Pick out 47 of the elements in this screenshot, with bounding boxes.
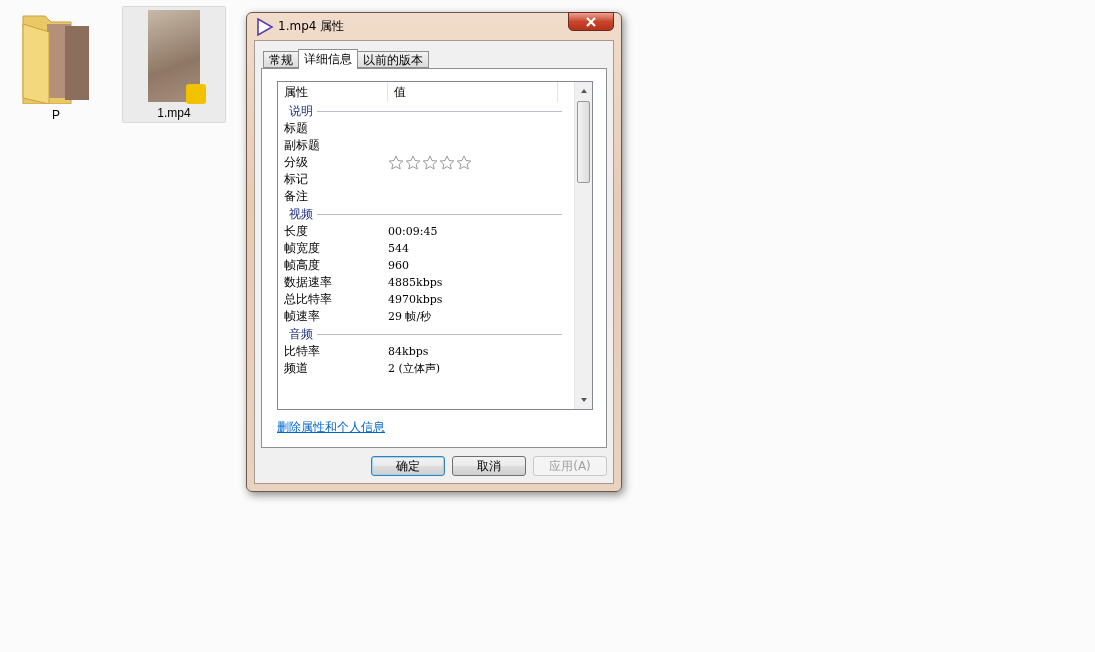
property-name: 副标题	[284, 137, 321, 154]
property-value: 00:09:45	[388, 225, 439, 238]
section-title: 说明	[289, 102, 313, 120]
file-name: 1.mp4	[157, 106, 191, 120]
property-name: 分级	[284, 154, 309, 171]
property-value: 29 帧/秒	[388, 309, 433, 324]
property-name: 帧高度	[284, 257, 321, 274]
tab[interactable]: 以前的版本	[357, 51, 429, 68]
property-name: 比特率	[284, 343, 321, 360]
property-name: 标题	[284, 120, 309, 137]
star-icon[interactable]	[439, 155, 455, 170]
column-header[interactable]: 值	[388, 82, 558, 102]
property-value: 960	[388, 259, 410, 272]
property-name: 标记	[284, 171, 309, 188]
property-name: 备注	[284, 188, 309, 205]
property-value: 544	[388, 242, 410, 255]
desktop-item[interactable]: P	[18, 6, 94, 123]
dialog-button[interactable]: 确定	[371, 456, 445, 476]
close-button[interactable]	[568, 12, 614, 31]
property-name: 数据速率	[284, 274, 333, 291]
property-value: 4885kbps	[388, 276, 444, 289]
property-name: 频道	[284, 360, 309, 377]
section-title: 视频	[289, 205, 313, 223]
scrollbar[interactable]	[574, 82, 592, 409]
window-title: 1.mp4 属性	[278, 18, 345, 35]
property-name: 总比特率	[284, 291, 333, 308]
dialog-button[interactable]: 取消	[452, 456, 526, 476]
scrollbar-thumb[interactable]	[577, 101, 590, 183]
star-icon[interactable]	[388, 155, 404, 170]
play-icon	[256, 17, 274, 36]
tab[interactable]: 常规	[263, 51, 299, 68]
close-icon	[585, 16, 597, 27]
star-icon[interactable]	[405, 155, 421, 170]
property-value: 2 (立体声)	[388, 361, 442, 376]
property-value: 4970kbps	[388, 293, 444, 306]
desktop-item[interactable]: 1.mp4	[122, 6, 226, 123]
tab[interactable]: 详细信息	[298, 49, 358, 69]
section-title: 音频	[289, 325, 313, 343]
star-icon[interactable]	[422, 155, 438, 170]
property-name: 帧速率	[284, 308, 321, 325]
property-name: 帧宽度	[284, 240, 321, 257]
remove-properties-link[interactable]: 删除属性和个人信息	[277, 419, 385, 436]
star-icon[interactable]	[456, 155, 472, 170]
property-name: 长度	[284, 223, 309, 240]
file-name: P	[52, 108, 60, 122]
column-header[interactable]: 属性	[278, 82, 388, 102]
property-value: 84kbps	[388, 345, 430, 358]
